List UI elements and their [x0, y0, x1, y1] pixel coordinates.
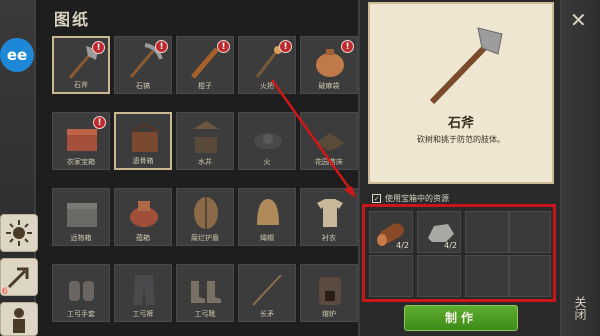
- blueprint-label: 棍子: [198, 82, 212, 90]
- blueprint-label: 工弓手套: [67, 310, 95, 318]
- blueprint-label: 石镐: [136, 82, 150, 90]
- blueprint-club[interactable]: ! 棍子: [176, 36, 234, 94]
- blueprint-label: 长矛: [260, 310, 274, 318]
- craft-button[interactable]: 制作: [404, 305, 518, 331]
- furnace-icon: [319, 277, 341, 305]
- blueprint-label: 腐烂护盾: [191, 234, 219, 242]
- blueprint-gloves[interactable]: 工弓手套: [52, 264, 110, 322]
- alert-badge: !: [217, 40, 230, 53]
- blueprint-label: 火: [263, 158, 271, 166]
- figure-icon: [13, 308, 25, 333]
- blueprint-label: 火把: [260, 82, 274, 90]
- blueprint-label: 熔炉: [322, 310, 336, 318]
- character-button[interactable]: [0, 302, 38, 336]
- item-detail-card: 石斧 砍树和挑于防范的肢体。: [368, 2, 554, 184]
- blueprint-stone-axe[interactable]: ! 石斧: [52, 36, 110, 94]
- settings-sun-button[interactable]: [0, 214, 38, 252]
- resource-count: 4/2: [444, 241, 457, 250]
- close-strip: [560, 0, 600, 336]
- blueprint-farm-chest[interactable]: ! 农家宝箱: [52, 112, 110, 170]
- shirt-icon: [317, 199, 343, 227]
- blueprint-label: 破麻袋: [318, 82, 340, 90]
- page-title: 图纸: [54, 10, 91, 29]
- resource-slot-empty: [465, 211, 509, 253]
- alert-badge: !: [92, 41, 105, 54]
- alert-badge: !: [155, 40, 168, 53]
- blueprint-label: 遗骨箱: [132, 157, 154, 165]
- spear-icon: [252, 274, 282, 306]
- resource-slot-empty: [509, 255, 551, 297]
- blueprint-well[interactable]: 水井: [176, 112, 234, 170]
- blueprint-furnace[interactable]: 熔炉: [300, 264, 358, 322]
- fire-icon: [254, 133, 282, 149]
- resource-slot-wood[interactable]: 4/2: [369, 211, 413, 253]
- well-icon: [193, 121, 219, 153]
- use-chest-resources-row[interactable]: ✓ 使用宝箱中的资源: [372, 193, 449, 204]
- bone-chest-icon: [131, 122, 159, 152]
- blueprint-label: 石斧: [74, 81, 88, 89]
- blueprint-label: 衬衣: [322, 234, 336, 242]
- blueprint-boots[interactable]: 工弓靴: [176, 264, 234, 322]
- resource-slot-empty: [417, 255, 461, 297]
- blueprint-rotten-shield[interactable]: 腐烂护盾: [176, 188, 234, 246]
- blueprint-label: 远物箱: [70, 234, 92, 242]
- alert-badge: !: [279, 40, 292, 53]
- use-chest-label: 使用宝箱中的资源: [385, 194, 449, 203]
- resource-slot-empty: [509, 211, 551, 253]
- garden-bed-icon: [315, 133, 345, 151]
- storage-box-icon: [67, 203, 97, 227]
- hat-icon: [257, 199, 279, 225]
- blueprint-fire[interactable]: 火: [238, 112, 296, 170]
- close-icon[interactable]: ✕: [570, 8, 587, 32]
- blueprint-label: 水井: [198, 158, 212, 166]
- gloves-icon: [69, 281, 94, 301]
- use-chest-checkbox[interactable]: ✓: [372, 194, 381, 203]
- blueprint-storage-box[interactable]: 远物箱: [52, 188, 110, 246]
- blueprint-sack[interactable]: ! 破麻袋: [300, 36, 358, 94]
- cellar-icon: [130, 201, 158, 227]
- resource-slot-empty: [465, 255, 509, 297]
- blueprint-cellar[interactable]: 蕴箱: [114, 188, 172, 246]
- resource-count: 4/2: [396, 241, 409, 250]
- blueprint-label: 工弓靴: [194, 310, 216, 318]
- blueprint-label: 工弓裤: [132, 310, 154, 318]
- resource-requirements-frame: 4/2 4/2: [362, 204, 556, 302]
- alert-badge: !: [341, 40, 354, 53]
- blueprint-stone-pickaxe[interactable]: ! 石镐: [114, 36, 172, 94]
- avatar[interactable]: ee: [0, 38, 34, 72]
- blueprint-grid: ! 石斧 ! 石镐 ! 棍子 ! 火把 ! 破麻袋 ! 农家宝箱 遗骨箱 水井 …: [50, 34, 360, 336]
- close-label[interactable]: 关闭: [573, 296, 589, 320]
- blueprint-label: 绳帽: [260, 234, 274, 242]
- blueprint-bone-chest[interactable]: 遗骨箱: [114, 112, 172, 170]
- blueprint-pants[interactable]: 工弓裤: [114, 264, 172, 322]
- sun-icon: [6, 220, 32, 246]
- pants-icon: [133, 275, 155, 305]
- blueprint-rope-hat[interactable]: 绳帽: [238, 188, 296, 246]
- blueprint-spear[interactable]: 长矛: [238, 264, 296, 322]
- stone-axe-large-icon: [429, 27, 503, 105]
- blueprint-label: 农家宝箱: [67, 158, 95, 166]
- item-description: 砍树和挑于防范的肢体。: [417, 135, 505, 144]
- blueprint-torch[interactable]: ! 火把: [238, 36, 296, 94]
- resource-slot-stone[interactable]: 4/2: [417, 211, 461, 253]
- blueprint-label: 花园苗床: [315, 158, 343, 166]
- blueprint-shirt[interactable]: 衬衣: [300, 188, 358, 246]
- blueprint-label: 蕴箱: [136, 234, 150, 242]
- shield-icon: [194, 197, 218, 229]
- blueprint-garden-bed[interactable]: 花园苗床: [300, 112, 358, 170]
- boots-icon: [191, 281, 221, 303]
- alert-badge: !: [93, 116, 106, 129]
- notification-count: 6: [2, 287, 8, 297]
- resource-slot-empty: [369, 255, 413, 297]
- item-name: 石斧: [447, 116, 474, 131]
